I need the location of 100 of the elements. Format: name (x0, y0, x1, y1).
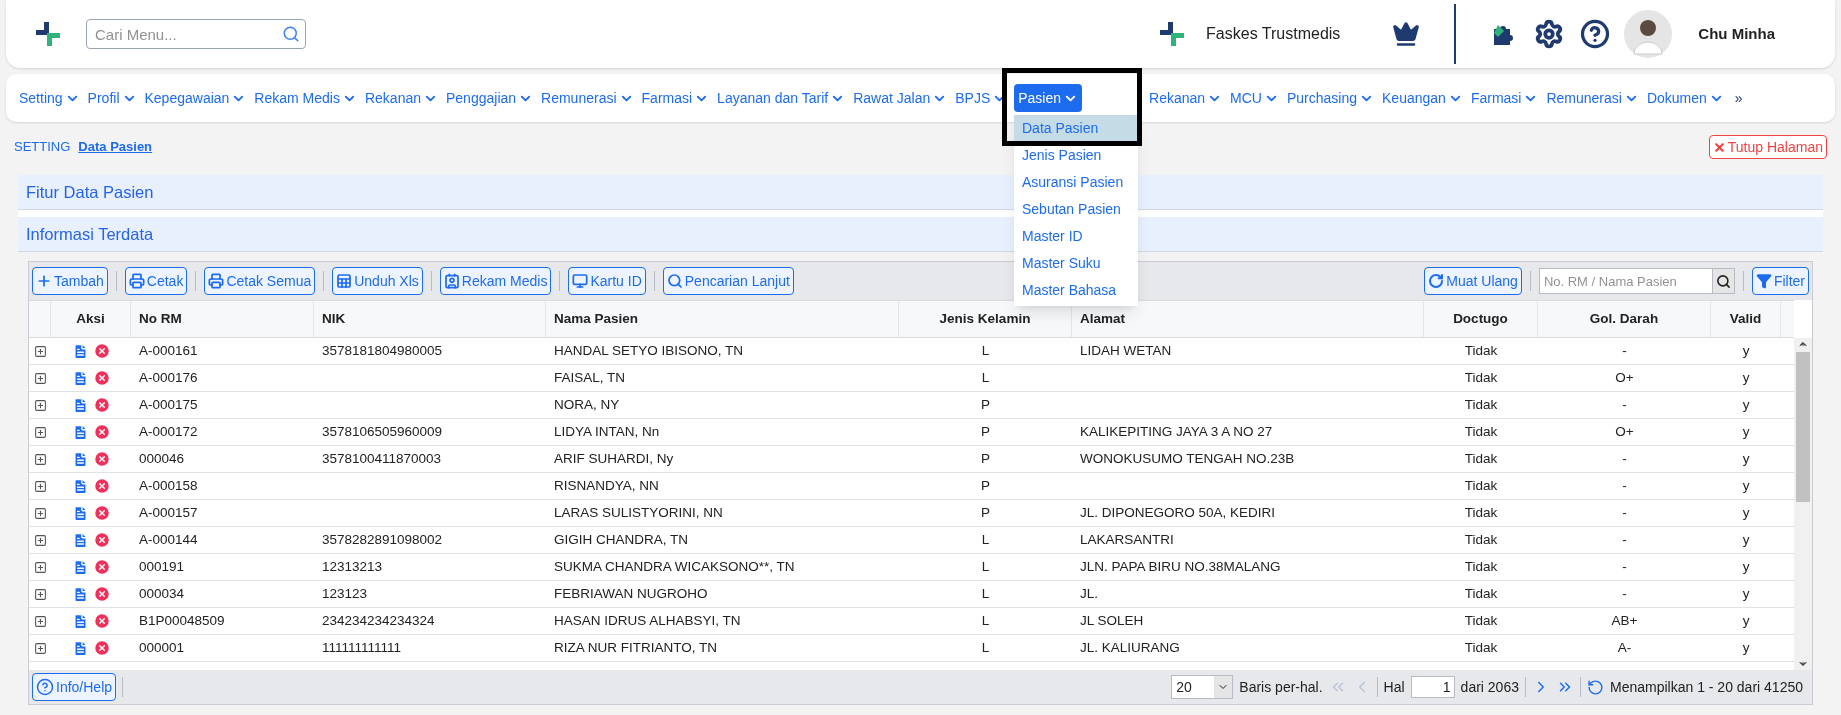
menu-item[interactable]: Kepegawaian (143, 84, 248, 112)
table-cell-text: L (981, 368, 990, 387)
dropdown-item[interactable]: Master Suku (1014, 250, 1138, 277)
menu-item[interactable]: Penggajian (445, 84, 535, 112)
table-cell-text: Tidak (1464, 530, 1498, 549)
table-cell-text: y (1742, 611, 1750, 630)
more-menu-button[interactable]: » (1734, 87, 1743, 109)
records-summary: Menampilkan 1 - 20 dari 41250 (1610, 677, 1803, 697)
table-cell-text: LARAS SULISTYORINI, NN (554, 503, 723, 522)
menu-item[interactable]: Keuangan (1381, 84, 1464, 112)
table-cell-text: Tidak (1464, 584, 1498, 603)
table-cell-text: FEBRIAWAN NUGROHO (554, 584, 708, 603)
filter-button[interactable]: Filter (1751, 267, 1809, 295)
menu-item[interactable]: MCU (1229, 84, 1280, 112)
table-search-field[interactable]: No. RM / Nama Pasien (1538, 268, 1735, 294)
table-cell-text: Tidak (1464, 395, 1498, 414)
search-field[interactable]: Cari Menu... (86, 19, 306, 49)
column-header[interactable]: Valid (1729, 308, 1762, 330)
table-cell-text: Tidak (1464, 449, 1498, 468)
table-cell-text: RISNANDYA, NN (554, 476, 659, 495)
breadcrumb-link[interactable]: Data Pasien (78, 137, 153, 157)
menu-item[interactable]: Rekam Medis (253, 84, 358, 112)
table-cell-text: y (1742, 557, 1750, 576)
toolbar-button[interactable]: Pencarian Lanjut (662, 267, 794, 295)
table-cell-text: Tidak (1464, 341, 1498, 360)
table-cell-text: - (1622, 503, 1627, 522)
table-cell-text: L (981, 341, 990, 360)
table-cell-text: A-000176 (139, 368, 198, 387)
page-number-field[interactable]: 1 (1410, 676, 1455, 698)
table-cell-text: ARIF SUHARDI, Ny (554, 449, 674, 468)
facility-name: Faskes Trustmedis (1206, 24, 1341, 44)
help-button[interactable]: Info/Help (32, 673, 117, 701)
table-cell-text: y (1742, 449, 1750, 468)
reload-button[interactable]: Muat Ulang (1424, 267, 1522, 295)
dropdown-item[interactable]: Master ID (1014, 223, 1138, 250)
menu-item[interactable]: Rekanan (363, 84, 439, 112)
toolbar-button[interactable]: Unduh Xls (332, 267, 423, 295)
breadcrumb-section: SETTING (14, 137, 71, 157)
table-cell-text: L (981, 638, 990, 657)
table-cell-text: Tidak (1464, 476, 1498, 495)
menu-item[interactable]: Dokumen (1645, 84, 1725, 112)
column-header[interactable]: Nama Pasien (554, 308, 639, 330)
menu-item[interactable]: Farmasi (1469, 84, 1540, 112)
menu-item[interactable]: Rawat Jalan (852, 84, 949, 112)
table-cell-text: 3578181804980005 (322, 341, 443, 360)
toolbar-button[interactable]: Cetak (124, 267, 188, 295)
column-header[interactable]: NIK (322, 308, 346, 330)
dropdown-item[interactable]: Jenis Pasien (1014, 142, 1138, 169)
menu-item[interactable]: Remunerasi (540, 84, 635, 112)
column-header[interactable]: Aksi (76, 308, 105, 330)
table-cell-text: JLN. PAPA BIRU NO.38MALANG (1080, 557, 1281, 576)
menu-item[interactable]: Remunerasi (1545, 84, 1640, 112)
menu-item[interactable]: Profil (86, 84, 138, 112)
menu-item[interactable]: Pasien (1014, 84, 1083, 112)
table-cell-text: HASAN IDRUS ALHABSYI, TN (554, 611, 741, 630)
table-cell-text: y (1742, 368, 1750, 387)
close-page-button[interactable]: Tutup Halaman (1708, 135, 1827, 159)
table-cell-text: AB+ (1611, 611, 1638, 630)
toolbar-button[interactable]: Cetak Semua (204, 267, 316, 295)
table-cell-text: y (1742, 584, 1750, 603)
table-cell-text: NORA, NY (554, 395, 620, 414)
table-cell-text: - (1622, 557, 1627, 576)
table-cell-text: A-000157 (139, 503, 198, 522)
column-header[interactable]: Jenis Kelamin (939, 308, 1031, 330)
table-cell-text: SUKMA CHANDRA WICAKSONO**, TN (554, 557, 795, 576)
table-cell-text: A-000175 (139, 395, 198, 414)
menu-item[interactable]: BPJS (954, 84, 1009, 112)
dropdown-item[interactable]: Master Bahasa (1014, 277, 1138, 304)
menu-item[interactable]: Farmasi (640, 84, 711, 112)
page-size-select[interactable]: 20 (1171, 675, 1234, 699)
toolbar-button[interactable]: Kartu ID (568, 267, 646, 295)
table-cell-text: JL. KALIURANG (1080, 638, 1180, 657)
menu-item[interactable]: Purchasing (1286, 84, 1376, 112)
page-total: dari 2063 (1460, 677, 1519, 697)
table-cell-text: LAKARSANTRI (1080, 530, 1174, 549)
table-cell-text: y (1742, 422, 1750, 441)
toolbar-button[interactable]: Tambah (32, 267, 108, 295)
column-header[interactable]: Doctugo (1453, 308, 1508, 330)
menu-item[interactable]: Rekanan (1148, 84, 1224, 112)
table-cell-text: 3578282891098002 (322, 530, 443, 549)
table-cell-text: WONOKUSUMO TENGAH NO.23B (1080, 449, 1295, 468)
column-header[interactable]: Gol. Darah (1589, 308, 1659, 330)
table-cell-text: - (1622, 584, 1627, 603)
table-cell-text: Tidak (1464, 422, 1498, 441)
toolbar-button[interactable]: Rekam Medis (439, 267, 552, 295)
table-cell-text: LIDAH WETAN (1080, 341, 1172, 360)
table-cell-text: A-000161 (139, 341, 198, 360)
menu-item[interactable]: Layanan dan Tarif (716, 84, 847, 112)
table-cell-text: A- (1617, 638, 1632, 657)
column-header[interactable]: Alamat (1080, 308, 1125, 330)
table-cell-text: O+ (1615, 422, 1634, 441)
dropdown-item[interactable]: Data Pasien (1014, 115, 1138, 142)
menu-item[interactable]: Setting (18, 84, 81, 112)
table-cell-text: Tidak (1464, 638, 1498, 657)
column-header[interactable]: No RM (139, 308, 182, 330)
table-cell-text: 111111111111 (322, 638, 402, 657)
table-cell-text: y (1742, 476, 1750, 495)
table-cell-text: Tidak (1464, 611, 1498, 630)
table-cell-text: A-000158 (139, 476, 198, 495)
table-cell-text: Tidak (1464, 557, 1498, 576)
